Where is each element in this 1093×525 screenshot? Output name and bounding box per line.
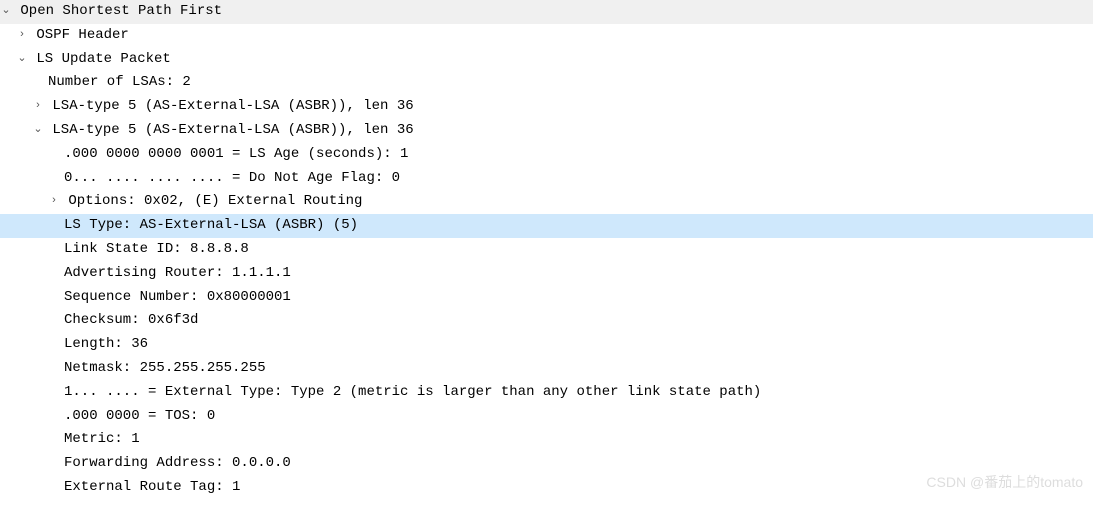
protocol-row[interactable]: ⌄ Open Shortest Path First (0, 0, 1093, 24)
lsa1-row[interactable]: › LSA-type 5 (AS-External-LSA (ASBR)), l… (0, 95, 1093, 119)
seq-num-text: Sequence Number: 0x80000001 (64, 289, 291, 305)
fwd-addr-text: Forwarding Address: 0.0.0.0 (64, 455, 291, 471)
do-not-age-row[interactable]: 0... .... .... .... = Do Not Age Flag: 0 (0, 167, 1093, 191)
fwd-addr-row[interactable]: Forwarding Address: 0.0.0.0 (0, 452, 1093, 476)
tos-text: .000 0000 = TOS: 0 (64, 408, 215, 424)
metric-text: Metric: 1 (64, 431, 140, 447)
chevron-right-icon[interactable]: › (16, 25, 28, 44)
ls-type-text: LS Type: AS-External-LSA (ASBR) (5) (64, 217, 358, 233)
netmask-row[interactable]: Netmask: 255.255.255.255 (0, 357, 1093, 381)
tos-row[interactable]: .000 0000 = TOS: 0 (0, 405, 1093, 429)
checksum-text: Checksum: 0x6f3d (64, 312, 198, 328)
chevron-down-icon[interactable]: ⌄ (16, 49, 28, 68)
adv-router-text: Advertising Router: 1.1.1.1 (64, 265, 291, 281)
ls-age-row[interactable]: .000 0000 0000 0001 = LS Age (seconds): … (0, 143, 1093, 167)
chevron-down-icon[interactable]: ⌄ (0, 1, 12, 20)
lsa2-label: LSA-type 5 (AS-External-LSA (ASBR)), len… (52, 122, 413, 138)
checksum-row[interactable]: Checksum: 0x6f3d (0, 309, 1093, 333)
ls-type-row[interactable]: LS Type: AS-External-LSA (ASBR) (5) (0, 214, 1093, 238)
adv-router-row[interactable]: Advertising Router: 1.1.1.1 (0, 262, 1093, 286)
length-row[interactable]: Length: 36 (0, 333, 1093, 357)
options-text: Options: 0x02, (E) External Routing (68, 193, 362, 209)
num-lsas-row[interactable]: Number of LSAs: 2 (0, 71, 1093, 95)
link-state-id-text: Link State ID: 8.8.8.8 (64, 241, 249, 257)
lsa1-label: LSA-type 5 (AS-External-LSA (ASBR)), len… (52, 98, 413, 114)
chevron-right-icon[interactable]: › (48, 191, 60, 210)
do-not-age-text: 0... .... .... .... = Do Not Age Flag: 0 (64, 170, 400, 186)
chevron-right-icon[interactable]: › (32, 96, 44, 115)
ls-age-text: .000 0000 0000 0001 = LS Age (seconds): … (64, 146, 408, 162)
ls-update-label: LS Update Packet (36, 51, 170, 67)
ext-type-row[interactable]: 1... .... = External Type: Type 2 (metri… (0, 381, 1093, 405)
netmask-text: Netmask: 255.255.255.255 (64, 360, 266, 376)
metric-row[interactable]: Metric: 1 (0, 428, 1093, 452)
ext-route-tag-text: External Route Tag: 1 (64, 479, 240, 495)
ospf-header-row[interactable]: › OSPF Header (0, 24, 1093, 48)
ext-type-text: 1... .... = External Type: Type 2 (metri… (64, 384, 761, 400)
ls-update-row[interactable]: ⌄ LS Update Packet (0, 48, 1093, 72)
seq-num-row[interactable]: Sequence Number: 0x80000001 (0, 286, 1093, 310)
num-lsas-text: Number of LSAs: 2 (48, 74, 191, 90)
options-row[interactable]: › Options: 0x02, (E) External Routing (0, 190, 1093, 214)
lsa2-row[interactable]: ⌄ LSA-type 5 (AS-External-LSA (ASBR)), l… (0, 119, 1093, 143)
ext-route-tag-row[interactable]: External Route Tag: 1 (0, 476, 1093, 500)
ospf-header-label: OSPF Header (36, 27, 128, 43)
length-text: Length: 36 (64, 336, 148, 352)
link-state-id-row[interactable]: Link State ID: 8.8.8.8 (0, 238, 1093, 262)
protocol-label: Open Shortest Path First (20, 3, 222, 19)
chevron-down-icon[interactable]: ⌄ (32, 120, 44, 139)
